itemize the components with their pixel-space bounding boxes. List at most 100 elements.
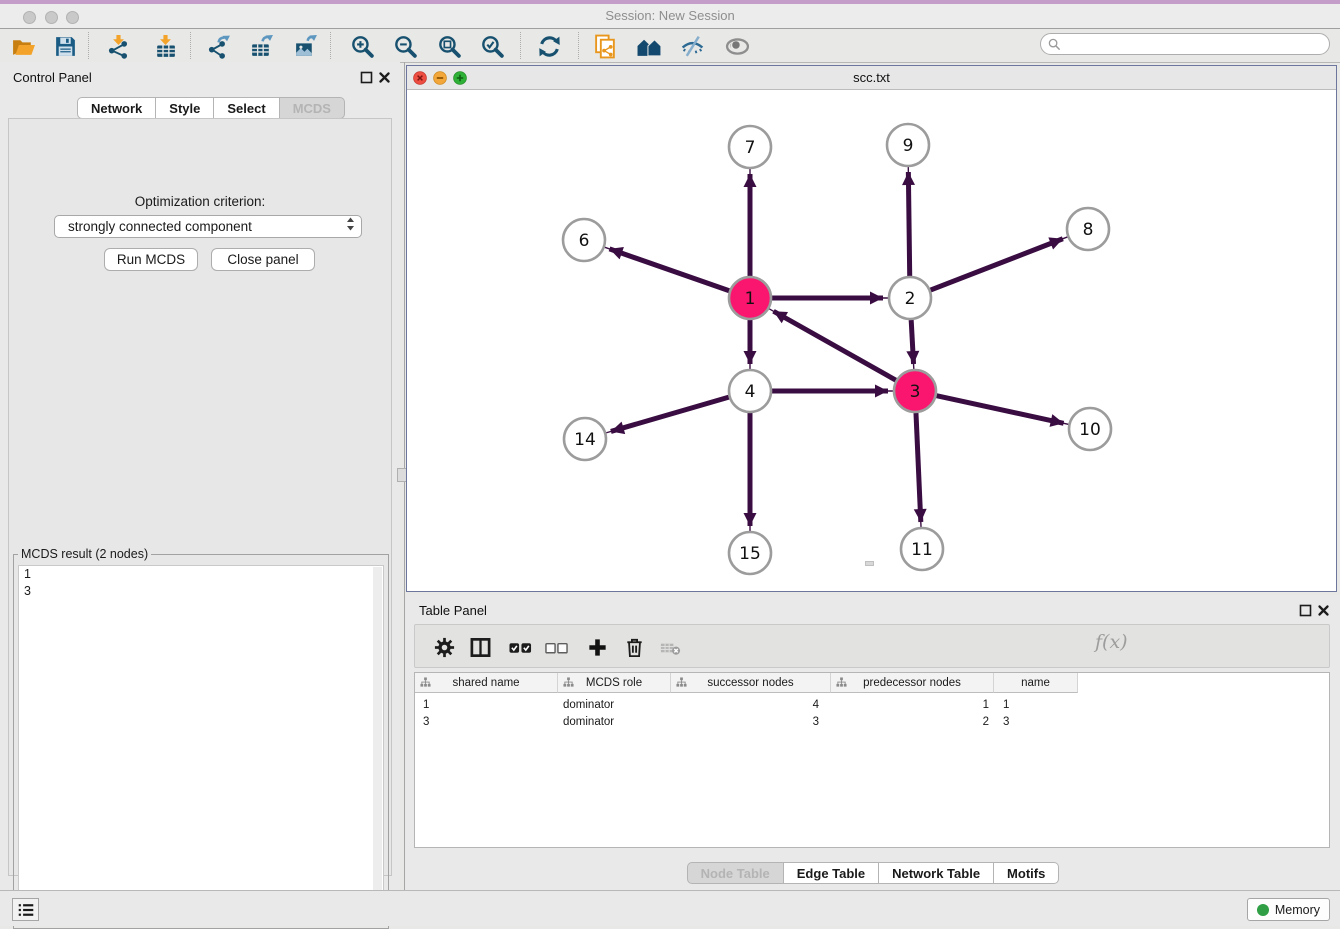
optimization-criterion-label: Optimization criterion: <box>9 194 391 209</box>
close-table-panel-icon[interactable] <box>1317 604 1330 617</box>
zoom-in-icon[interactable] <box>348 32 376 60</box>
criterion-value: strongly connected component <box>55 219 339 234</box>
import-table-icon[interactable] <box>151 32 179 60</box>
delete-column-icon[interactable] <box>621 634 647 660</box>
duplicate-network-icon[interactable] <box>591 32 619 60</box>
add-column-icon[interactable] <box>584 634 610 660</box>
memory-status-icon <box>1257 904 1269 916</box>
column-header-name[interactable]: name <box>994 673 1078 693</box>
table-panel: Table Panel f(x) shared <box>406 595 1340 890</box>
close-panel-icon[interactable] <box>378 71 391 84</box>
zoom-fit-icon[interactable] <box>435 32 463 60</box>
column-type-icon <box>676 677 687 688</box>
show-all-icon[interactable] <box>723 32 751 60</box>
import-network-icon[interactable] <box>104 32 132 60</box>
mcds-result-box: MCDS result (2 nodes) 1 3 <box>13 547 389 929</box>
search-icon <box>1048 38 1061 51</box>
save-session-icon[interactable] <box>51 32 79 60</box>
first-neighbors-icon[interactable] <box>635 32 663 60</box>
toolbar-separator <box>520 32 522 59</box>
hide-selected-icon[interactable] <box>678 32 706 60</box>
cell-successor-nodes[interactable]: 4 <box>671 697 831 714</box>
column-header-mcds-role[interactable]: MCDS role <box>558 673 671 693</box>
graph-node-label: 14 <box>574 430 596 450</box>
cell-shared-name[interactable]: 1 <box>415 697 558 714</box>
export-table-icon[interactable] <box>247 32 275 60</box>
graph-edges[interactable] <box>604 166 1070 532</box>
graph-edge-3-1[interactable] <box>774 311 896 380</box>
graph-edge-1-6[interactable] <box>609 249 729 291</box>
tab-edge-table[interactable]: Edge Table <box>784 862 879 884</box>
search-input[interactable] <box>1065 36 1329 52</box>
graph-node-label: 8 <box>1083 220 1094 240</box>
export-network-icon[interactable] <box>204 32 232 60</box>
float-table-panel-icon[interactable] <box>1299 604 1312 617</box>
column-type-icon <box>420 677 431 688</box>
network-window-titlebar[interactable]: scc.txt <box>407 66 1336 90</box>
table-settings-icon[interactable] <box>431 634 457 660</box>
function-builder-icon[interactable]: f(x) <box>1095 631 1128 653</box>
delete-table-icon[interactable] <box>657 634 683 660</box>
graph-edge-4-14[interactable] <box>611 397 729 431</box>
criterion-dropdown[interactable]: strongly connected component <box>54 215 362 238</box>
cell-predecessor-nodes[interactable]: 1 <box>831 697 994 714</box>
node-table-header: shared name MCDS role successor nodes pr… <box>415 673 1078 693</box>
cell-successor-nodes[interactable]: 3 <box>671 714 831 731</box>
result-scrollbar[interactable] <box>373 567 382 922</box>
graph-edge-3-10[interactable] <box>936 396 1063 424</box>
window-title: Session: New Session <box>0 8 1340 23</box>
toggle-columns-icon[interactable] <box>467 634 493 660</box>
run-mcds-button[interactable]: Run MCDS <box>104 248 198 271</box>
cell-shared-name[interactable]: 3 <box>415 714 558 731</box>
cell-mcds-role[interactable]: dominator <box>558 697 671 714</box>
zoom-out-icon[interactable] <box>391 32 419 60</box>
result-line: 1 <box>19 566 383 583</box>
graph-node-label: 1 <box>745 289 756 309</box>
float-panel-icon[interactable] <box>360 71 373 84</box>
export-image-icon[interactable] <box>291 32 319 60</box>
tab-select[interactable]: Select <box>214 97 279 119</box>
tab-mcds[interactable]: MCDS <box>280 97 345 119</box>
graph-edge-3-11[interactable] <box>916 413 921 522</box>
cell-name[interactable]: 3 <box>994 714 1078 731</box>
select-all-columns-icon[interactable] <box>507 634 533 660</box>
search-box[interactable] <box>1040 33 1330 55</box>
network-resize-grip[interactable] <box>865 561 874 566</box>
column-label: successor nodes <box>707 677 793 689</box>
deselect-all-columns-icon[interactable] <box>543 634 569 660</box>
result-line: 3 <box>19 583 383 600</box>
task-history-button[interactable] <box>12 898 39 921</box>
tab-style[interactable]: Style <box>156 97 214 119</box>
graph-edge-2-9[interactable] <box>908 172 909 276</box>
column-label: name <box>1021 677 1050 689</box>
mcds-result-text[interactable]: 1 3 <box>18 565 384 924</box>
table-panel-title: Table Panel <box>419 603 487 618</box>
column-header-predecessor-nodes[interactable]: predecessor nodes <box>831 673 994 693</box>
table-row[interactable]: 3 dominator 3 2 3 <box>415 714 1078 731</box>
cell-name[interactable]: 1 <box>994 697 1078 714</box>
graph-node-label: 10 <box>1079 420 1101 440</box>
open-session-icon[interactable] <box>9 32 37 60</box>
graph-edge-2-3[interactable] <box>911 320 913 364</box>
table-row[interactable]: 1 dominator 4 1 1 <box>415 697 1078 714</box>
cell-predecessor-nodes[interactable]: 2 <box>831 714 994 731</box>
cell-mcds-role[interactable]: dominator <box>558 714 671 731</box>
node-table[interactable]: shared name MCDS role successor nodes pr… <box>414 672 1330 848</box>
graph-edge-2-8[interactable] <box>931 239 1063 290</box>
column-header-successor-nodes[interactable]: successor nodes <box>671 673 831 693</box>
tab-network[interactable]: Network <box>77 97 156 119</box>
column-header-shared-name[interactable]: shared name <box>415 673 558 693</box>
tab-node-table[interactable]: Node Table <box>687 862 784 884</box>
zoom-selected-icon[interactable] <box>478 32 506 60</box>
tab-motifs[interactable]: Motifs <box>994 862 1059 884</box>
main-toolbar <box>0 29 1340 63</box>
graph-node-label: 9 <box>903 136 914 156</box>
column-type-icon <box>563 677 574 688</box>
column-label: predecessor nodes <box>863 677 961 689</box>
memory-button[interactable]: Memory <box>1247 898 1330 921</box>
network-canvas[interactable]: 7968124314101511 <box>407 90 1336 591</box>
close-panel-button[interactable]: Close panel <box>211 248 315 271</box>
refresh-network-icon[interactable] <box>535 32 563 60</box>
tab-network-table[interactable]: Network Table <box>879 862 994 884</box>
graph-node-label: 15 <box>739 544 761 564</box>
